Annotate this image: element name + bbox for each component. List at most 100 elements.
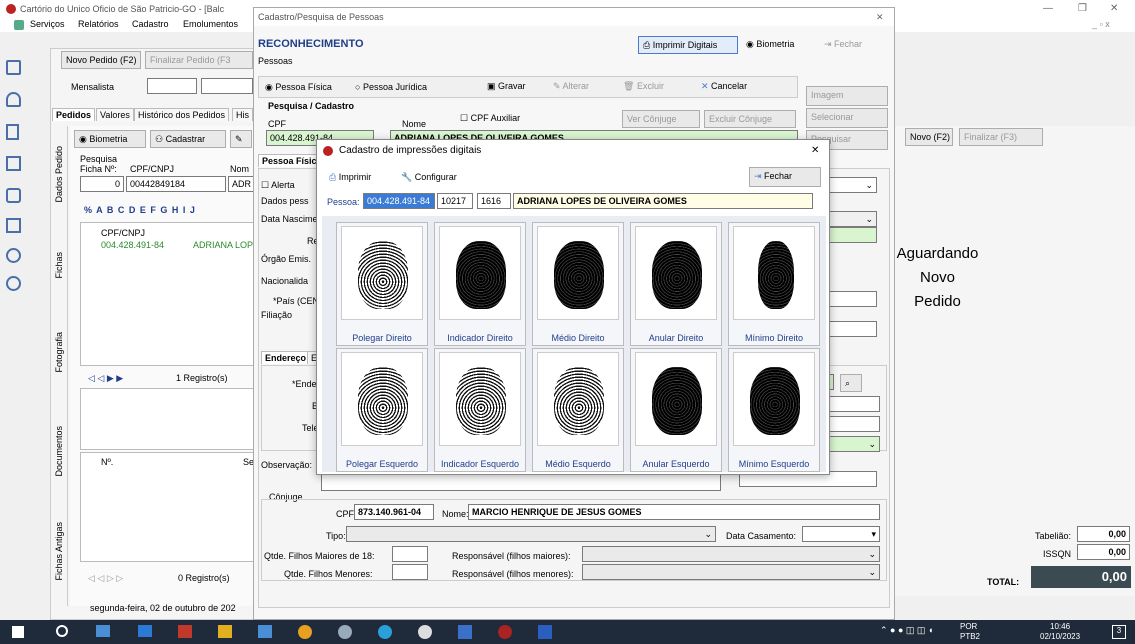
tab-historico[interactable]: Histórico dos Pedidos — [134, 108, 230, 121]
finger-card[interactable]: Indicador Direito — [434, 222, 526, 346]
settings-icon[interactable] — [6, 276, 21, 291]
biometria-top-button[interactable]: ◉ Biometria — [742, 36, 814, 54]
alerta-checkbox[interactable]: ☐ Alerta — [261, 179, 295, 191]
conj-cpf-input[interactable]: 873.140.961-04 — [354, 504, 434, 520]
tray-icons[interactable]: ⌃ ● ● ◫ ◫ ◖ — [880, 625, 950, 639]
language-indicator[interactable]: POR PTB2 — [960, 622, 980, 642]
finger-card[interactable]: Anular Direito — [630, 222, 722, 346]
digitais-close-icon[interactable]: ✕ — [811, 140, 819, 162]
selecionar-button[interactable]: Selecionar — [806, 108, 888, 128]
menu-servicos[interactable]: Serviços — [30, 19, 65, 29]
mail-icon[interactable] — [138, 625, 152, 637]
tab-valores[interactable]: Valores — [96, 108, 134, 121]
biometria-button[interactable]: ◉ Biometria — [74, 130, 146, 148]
imprimir-digitais-button[interactable]: ⎙ Imprimir Digitais — [638, 36, 738, 54]
mdi-controls[interactable]: _ ▫ x — [1092, 19, 1110, 29]
resp-menores-select[interactable]: ⌄ — [582, 564, 880, 580]
finger-card[interactable]: Mínimo Direito — [728, 222, 820, 346]
alphabet-filter[interactable]: % A B C D E F G H I J — [84, 204, 196, 216]
data-casamento-input[interactable]: ▾ — [802, 526, 880, 542]
app-icon-yellow[interactable] — [218, 625, 232, 638]
tipo-select[interactable]: ⌄ — [346, 526, 716, 542]
person-icon[interactable] — [6, 92, 21, 107]
resp-maiores-select[interactable]: ⌄ — [582, 546, 880, 562]
ficha-input[interactable]: 0 — [80, 176, 124, 192]
vtab-dados-pedido[interactable]: Dados Pedido — [54, 146, 64, 203]
home-icon[interactable] — [6, 188, 21, 203]
edge-icon[interactable] — [378, 625, 392, 639]
cancelar-button[interactable]: ✕ Cancelar — [697, 78, 767, 96]
finger-card[interactable]: Polegar Direito — [336, 222, 428, 346]
gravar-button[interactable]: ▣ Gravar — [483, 78, 543, 96]
menu-relatorios[interactable]: Relatórios — [78, 19, 119, 29]
cadastro-close-icon[interactable]: ✕ — [876, 8, 884, 26]
cpf-input[interactable]: 00442849184 — [126, 176, 226, 192]
radio-pessoa-fisica[interactable]: ◉ Pessoa Física — [265, 81, 332, 93]
vtab-fichas-antigas[interactable]: Fichas Antigas — [54, 522, 64, 581]
imprimir-button[interactable]: ⎙ Imprimir — [325, 169, 389, 187]
app-icon-red[interactable] — [178, 625, 192, 638]
menu-emolumentos[interactable]: Emolumentos — [183, 19, 238, 29]
vtab-fotografia[interactable]: Fotografia — [54, 332, 64, 373]
clock[interactable]: 10:46 02/10/2023 — [1040, 622, 1080, 642]
pessoa-code1[interactable]: 10217 — [437, 193, 473, 209]
ver-conjuge-button[interactable]: Ver Cônjuge — [622, 110, 700, 128]
filhos-menores-input[interactable] — [392, 564, 428, 580]
finger-card[interactable]: Anular Esquerdo — [630, 348, 722, 472]
finger-card[interactable]: Mínimo Esquerdo — [728, 348, 820, 472]
addr-search-button[interactable]: ⌕ — [840, 374, 862, 392]
pessoa-name[interactable]: ADRIANA LOPES DE OLIVEIRA GOMES — [513, 193, 813, 209]
imagem-button[interactable]: Imagem — [806, 86, 888, 106]
grid-row-selected[interactable]: 004.428.491-84 ADRIANA LOP — [83, 239, 254, 252]
settings-taskbar-icon[interactable] — [338, 625, 352, 639]
tab-his[interactable]: His — [232, 108, 253, 121]
app-icon-blue[interactable] — [458, 625, 472, 639]
fechar-button[interactable]: ⇥ Fechar — [749, 167, 821, 187]
edit-small-button[interactable]: ✎ — [230, 130, 252, 148]
finger-card[interactable]: Indicador Esquerdo — [434, 348, 526, 472]
calendar-icon[interactable] — [6, 156, 21, 171]
radio-pessoa-juridica[interactable]: ○ Pessoa Jurídica — [355, 81, 427, 93]
book-icon[interactable] — [6, 60, 21, 75]
cartorio-taskbar-icon[interactable] — [498, 625, 512, 639]
fechar-top-button[interactable]: ⇥ Fechar — [820, 36, 886, 54]
globe-icon[interactable] — [418, 625, 432, 639]
filhos-maiores-input[interactable] — [392, 546, 428, 562]
novo-button[interactable]: Novo (F2) — [905, 128, 953, 146]
edit-icon[interactable] — [6, 218, 21, 233]
menu-cadastro[interactable]: Cadastro — [132, 19, 169, 29]
finger-card[interactable]: Médio Esquerdo — [532, 348, 624, 472]
conj-nome-input[interactable]: MARCIO HENRIQUE DE JESUS GOMES — [468, 504, 880, 520]
excluir-button[interactable]: 🗑 Excluir — [619, 78, 679, 96]
pessoa-code2[interactable]: 1616 — [477, 193, 511, 209]
close-icon[interactable]: ✕ — [1110, 2, 1118, 16]
tab-endereco[interactable]: Endereço — [261, 351, 311, 364]
finalizar-button[interactable]: Finalizar (F3) — [959, 128, 1043, 146]
notification-icon[interactable]: 3 — [1112, 625, 1126, 639]
calc-icon[interactable] — [258, 625, 272, 638]
document-icon[interactable] — [6, 124, 19, 140]
money-icon[interactable] — [6, 248, 21, 263]
finger-card[interactable]: Médio Direito — [532, 222, 624, 346]
maximize-icon[interactable]: ❐ — [1078, 2, 1087, 16]
nav-arrows[interactable]: ◁ ◁ ▶ ▶ — [88, 372, 123, 384]
nome-input[interactable]: ADR — [228, 176, 255, 192]
configurar-button[interactable]: 🔧 Configurar — [397, 169, 477, 187]
windows-start-icon[interactable] — [12, 626, 24, 638]
mensalista-input[interactable] — [147, 78, 197, 94]
vtab-fichas[interactable]: Fichas — [54, 252, 64, 279]
cadastrar-button[interactable]: ⚇ Cadastrar — [150, 130, 226, 148]
pessoa-cpf[interactable]: 004.428.491-84 — [363, 193, 435, 209]
taskview-icon[interactable] — [96, 625, 110, 637]
tab-pedidos[interactable]: Pedidos — [52, 108, 96, 121]
cpf-auxiliar-checkbox[interactable]: ☐ CPF Auxiliar — [460, 112, 520, 124]
mensalista-input-2[interactable] — [201, 78, 253, 94]
word-icon[interactable] — [538, 625, 552, 639]
novo-pedido-button[interactable]: Novo Pedido (F2) — [61, 51, 141, 69]
finger-card[interactable]: Polegar Esquerdo — [336, 348, 428, 472]
chrome-icon[interactable] — [298, 625, 312, 639]
excluir-conjuge-button[interactable]: Excluir Cônjuge — [704, 110, 796, 128]
alterar-button[interactable]: ✎ Alterar — [549, 78, 609, 96]
nav-arrows-2[interactable]: ◁ ◁ ▷ ▷ — [88, 572, 123, 584]
vtab-documentos[interactable]: Documentos — [54, 426, 64, 477]
